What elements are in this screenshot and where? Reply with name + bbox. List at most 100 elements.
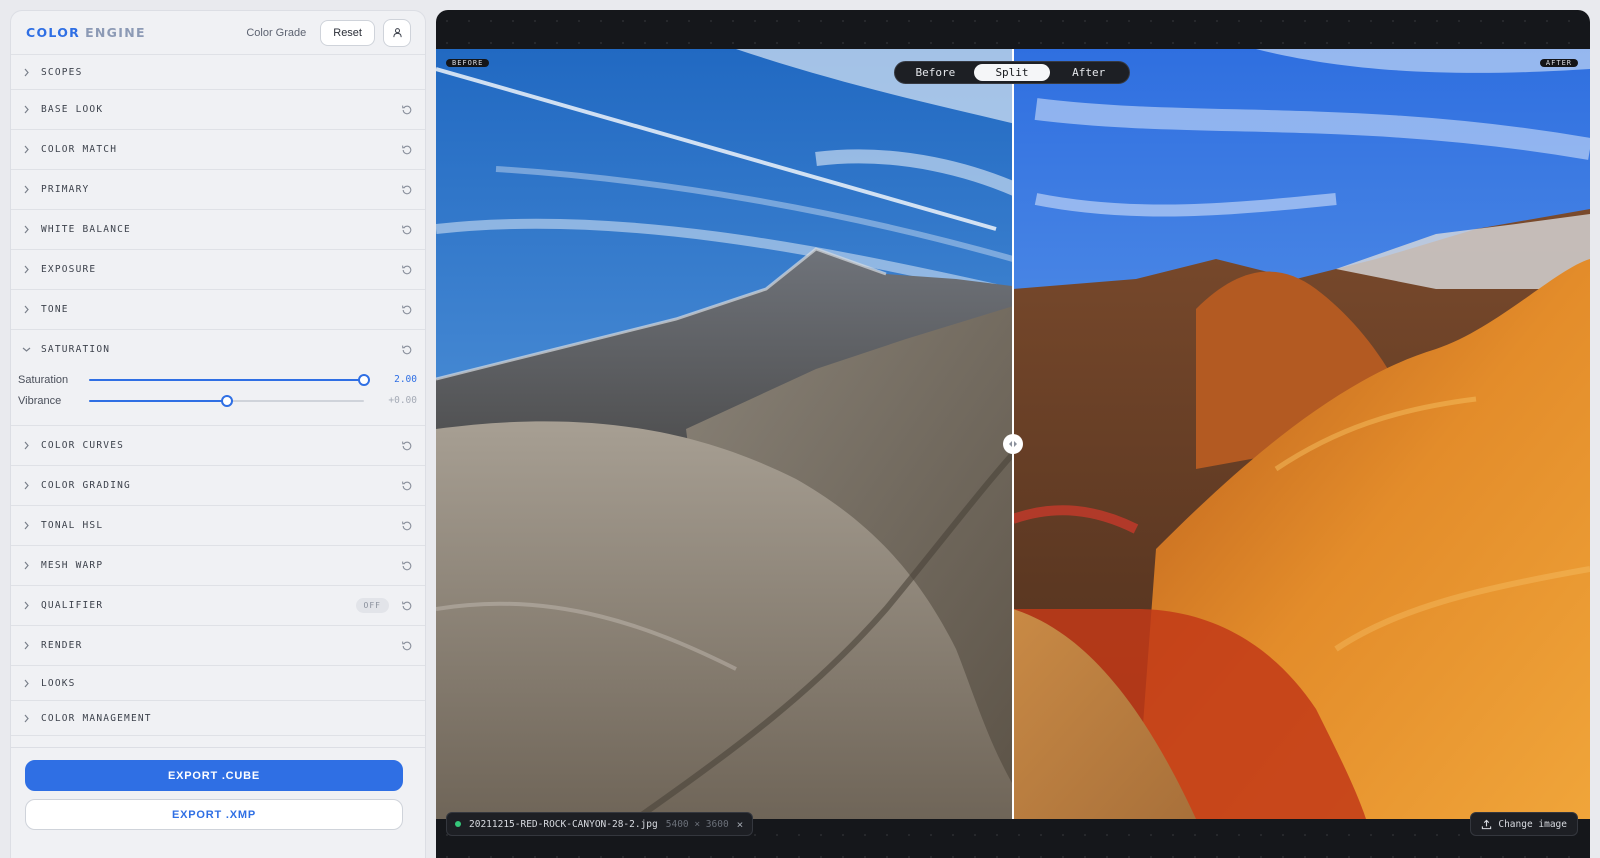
reset-icon bbox=[402, 345, 412, 354]
chevron-right-icon bbox=[24, 305, 29, 314]
chevron-right-icon bbox=[24, 68, 29, 76]
section-header-scopes[interactable]: SCOPES bbox=[11, 55, 425, 89]
section-header-color-grading[interactable]: COLOR GRADING bbox=[11, 466, 425, 505]
app-logo: COLOR ENGINE bbox=[26, 25, 146, 40]
section-color-grading: COLOR GRADING bbox=[11, 466, 425, 506]
section-reset-button[interactable] bbox=[399, 182, 415, 198]
change-image-label: Change image bbox=[1498, 818, 1567, 830]
section-white-balance: WHITE BALANCE bbox=[11, 210, 425, 250]
chevron-right-icon bbox=[24, 441, 29, 450]
file-info-chip: 20211215-RED-ROCK-CANYON-28-2.jpg 5400 ×… bbox=[446, 812, 754, 836]
qualifier-status-badge[interactable]: OFF bbox=[355, 598, 389, 613]
export-xmp-button[interactable]: EXPORT .XMP bbox=[25, 799, 403, 830]
section-reset-button[interactable] bbox=[399, 598, 415, 614]
section-reset-button[interactable] bbox=[399, 222, 415, 238]
before-image bbox=[436, 49, 1013, 819]
vibrance-slider[interactable] bbox=[89, 394, 364, 408]
section-reset-button[interactable] bbox=[399, 558, 415, 574]
reset-icon bbox=[402, 641, 412, 650]
section-tone: TONE bbox=[11, 290, 425, 330]
saturation-value[interactable]: 2.00 bbox=[394, 374, 417, 385]
section-title: WHITE BALANCE bbox=[41, 224, 131, 235]
vibrance-value[interactable]: +0.00 bbox=[388, 395, 417, 406]
upload-icon bbox=[1482, 819, 1492, 829]
section-header-exposure[interactable]: EXPOSURE bbox=[11, 250, 425, 289]
change-image-button[interactable]: Change image bbox=[1470, 812, 1578, 836]
section-header-qualifier[interactable]: QUALIFIER OFF bbox=[11, 586, 425, 625]
section-header-mesh-warp[interactable]: MESH WARP bbox=[11, 546, 425, 585]
section-title: BASE LOOK bbox=[41, 104, 104, 115]
after-tag: AFTER bbox=[1539, 59, 1578, 67]
section-header-color-management[interactable]: COLOR MANAGEMENT bbox=[11, 701, 425, 735]
section-reset-button[interactable] bbox=[399, 142, 415, 158]
section-title: COLOR MANAGEMENT bbox=[41, 712, 152, 724]
reset-icon bbox=[402, 185, 412, 194]
section-header-primary[interactable]: PRIMARY bbox=[11, 170, 425, 209]
drag-handle-icon bbox=[1009, 441, 1017, 447]
status-dot bbox=[455, 821, 461, 827]
before-tag: BEFORE bbox=[446, 59, 490, 67]
section-title: SCOPES bbox=[41, 66, 83, 78]
chevron-right-icon bbox=[24, 679, 29, 687]
vibrance-slider-thumb[interactable] bbox=[220, 394, 233, 407]
section-tonal-hsl: TONAL HSL bbox=[11, 506, 425, 546]
close-icon[interactable]: × bbox=[737, 818, 744, 831]
mode-after-button[interactable]: After bbox=[1050, 64, 1127, 81]
section-reset-button[interactable] bbox=[399, 102, 415, 118]
export-cube-button[interactable]: EXPORT .CUBE bbox=[25, 760, 403, 791]
section-header-base-look[interactable]: BASE LOOK bbox=[11, 90, 425, 129]
section-reset-button[interactable] bbox=[399, 302, 415, 318]
chevron-right-icon bbox=[24, 145, 29, 154]
section-title: COLOR MATCH bbox=[41, 144, 118, 155]
section-qualifier: QUALIFIER OFF bbox=[11, 586, 425, 626]
section-list: SCOPES BASE LOOK COLOR MATCH PRIMARY WHITE B… bbox=[11, 55, 425, 736]
reset-icon bbox=[402, 561, 412, 570]
section-title: TONE bbox=[41, 304, 69, 315]
section-reset-button[interactable] bbox=[399, 478, 415, 494]
split-handle[interactable] bbox=[1003, 434, 1023, 454]
section-header-color-match[interactable]: COLOR MATCH bbox=[11, 130, 425, 169]
section-header-white-balance[interactable]: WHITE BALANCE bbox=[11, 210, 425, 249]
section-color-curves: COLOR CURVES bbox=[11, 426, 425, 466]
section-header-tonal-hsl[interactable]: TONAL HSL bbox=[11, 506, 425, 545]
chevron-right-icon bbox=[24, 601, 29, 610]
section-title: EXPOSURE bbox=[41, 264, 97, 275]
compare-mode-toggle: Before Split After bbox=[894, 61, 1130, 84]
user-icon bbox=[392, 28, 402, 38]
chevron-right-icon bbox=[24, 185, 29, 194]
section-looks: LOOKS bbox=[11, 666, 425, 701]
section-header-looks[interactable]: LOOKS bbox=[11, 666, 425, 700]
section-header-render[interactable]: RENDER bbox=[11, 626, 425, 665]
reset-icon bbox=[402, 481, 412, 490]
section-reset-button[interactable] bbox=[399, 638, 415, 654]
reset-icon bbox=[402, 601, 412, 610]
user-button[interactable] bbox=[383, 18, 411, 47]
section-title: LOOKS bbox=[41, 677, 76, 689]
reset-icon bbox=[402, 441, 412, 450]
vibrance-label: Vibrance bbox=[18, 394, 62, 407]
section-header-tone[interactable]: TONE bbox=[11, 290, 425, 329]
section-title: RENDER bbox=[41, 640, 83, 651]
section-color-match: COLOR MATCH bbox=[11, 130, 425, 170]
comparison-canvas[interactable] bbox=[436, 49, 1590, 819]
chevron-right-icon bbox=[24, 481, 29, 490]
section-reset-button[interactable] bbox=[399, 518, 415, 534]
section-reset-button[interactable] bbox=[399, 342, 415, 358]
section-header-saturation[interactable]: SATURATION bbox=[11, 330, 425, 369]
saturation-slider[interactable] bbox=[89, 373, 370, 387]
saturation-slider-thumb[interactable] bbox=[358, 373, 370, 386]
chevron-right-icon bbox=[24, 641, 29, 650]
reset-button[interactable]: Reset bbox=[320, 19, 375, 46]
section-title: SATURATION bbox=[41, 344, 111, 355]
mode-label: Color Grade bbox=[246, 26, 307, 39]
mode-split-button[interactable]: Split bbox=[973, 64, 1051, 81]
section-reset-button[interactable] bbox=[399, 438, 415, 454]
chevron-right-icon bbox=[24, 265, 29, 274]
mode-before-button[interactable]: Before bbox=[897, 64, 974, 81]
section-reset-button[interactable] bbox=[399, 262, 415, 278]
section-header-color-curves[interactable]: COLOR CURVES bbox=[11, 426, 425, 465]
reset-icon bbox=[402, 105, 412, 114]
saturation-control: Saturation 2.00 bbox=[18, 369, 417, 390]
control-sidebar: COLOR ENGINE Color Grade Reset SCOPES BASE… bbox=[10, 10, 426, 858]
section-mesh-warp: MESH WARP bbox=[11, 546, 425, 586]
